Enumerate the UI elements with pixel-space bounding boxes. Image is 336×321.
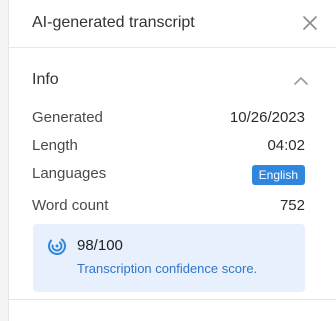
signal-icon — [47, 236, 67, 256]
info-row-generated: Generated 10/26/2023 — [32, 109, 305, 131]
close-icon — [303, 16, 317, 30]
panel-title: AI-generated transcript — [32, 14, 195, 31]
row-value: 10/26/2023 — [229, 109, 305, 126]
info-row-word-count: Word count 752 — [32, 197, 305, 219]
language-badge: English — [251, 165, 305, 185]
row-label: Word count — [32, 197, 109, 214]
panel-header: AI-generated transcript — [9, 0, 336, 48]
close-button[interactable] — [301, 14, 319, 32]
transcript-panel: AI-generated transcript Info Generated 1… — [8, 0, 336, 321]
info-title: Info — [32, 71, 59, 88]
row-value: 752 — [279, 197, 305, 214]
info-row-languages: Languages English — [32, 165, 305, 187]
left-gutter — [0, 0, 8, 321]
row-value: 04:02 — [267, 137, 305, 154]
confidence-score: 98/100 — [77, 237, 123, 254]
info-section: Info Generated 10/26/2023 Length 04:02 L… — [9, 56, 336, 300]
row-label: Length — [32, 137, 78, 154]
row-label: Generated — [32, 109, 103, 126]
chevron-up-icon — [294, 77, 308, 85]
row-label: Languages — [32, 165, 107, 182]
info-row-length: Length 04:02 — [32, 137, 305, 159]
confidence-description: Transcription confidence score. — [77, 261, 258, 276]
divider — [9, 299, 336, 300]
collapse-button[interactable] — [293, 74, 309, 86]
confidence-callout: 98/100 Transcription confidence score. — [33, 224, 305, 292]
